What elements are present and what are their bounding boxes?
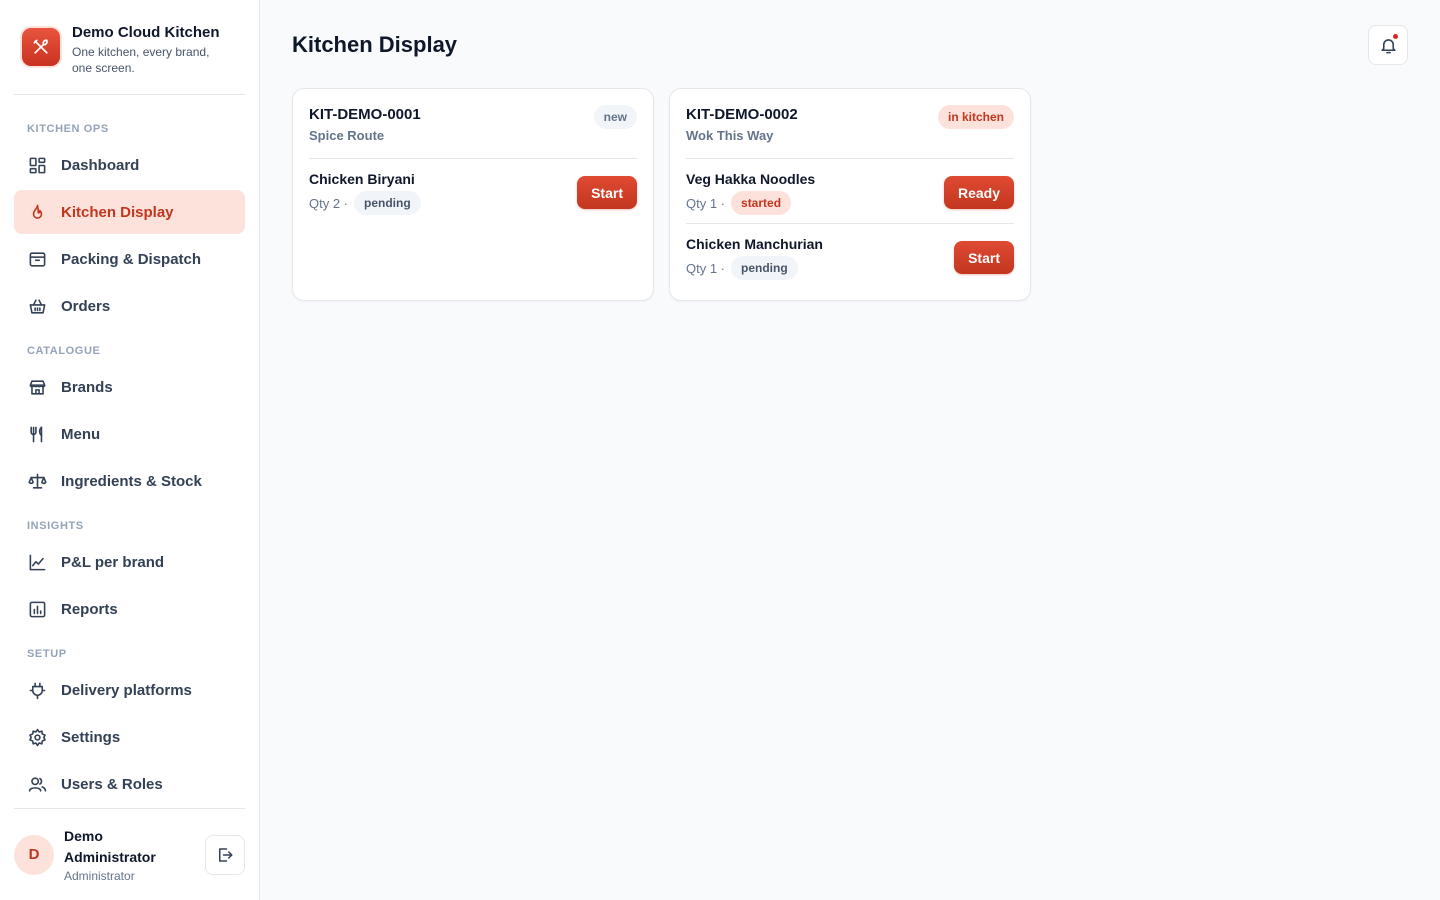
item-name: Chicken Biryani [309,171,415,187]
kitchen-tools-icon [22,28,60,66]
user-role: Administrator [64,868,135,883]
sidebar-item-settings[interactable]: Settings [14,715,245,759]
notification-dot [1391,32,1400,41]
app-root: Demo Cloud Kitchen One kitchen, every br… [0,0,1440,900]
store-icon [27,377,47,397]
app-name: Demo Cloud Kitchen [72,24,220,41]
nav-section-kitchen-ops: KITCHEN OPS Dashboard Kitchen Display Pa… [14,109,245,328]
user-name: Demo Administrator [64,827,156,865]
ready-button[interactable]: Ready [943,176,1014,209]
order-item: Veg Hakka Noodles Qty 1 · started Ready [686,159,1014,224]
users-icon [27,774,47,794]
logout-button[interactable] [205,834,245,875]
notifications-button[interactable] [1368,25,1408,65]
item-qty: Qty 1 · [686,260,726,276]
order-id: KIT-DEMO-0001 [309,106,421,123]
gear-icon [27,727,47,747]
order-id: KIT-DEMO-0002 [686,106,798,123]
sidebar-item-ingredients-stock[interactable]: Ingredients & Stock [14,459,245,503]
flame-icon [27,202,47,222]
sidebar-nav: KITCHEN OPS Dashboard Kitchen Display Pa… [14,95,245,808]
nav-section-catalogue: CATALOGUE Brands Menu Ingredients & Stoc… [14,331,245,503]
sidebar-item-label: Orders [61,297,111,315]
item-qty: Qty 2 · [309,195,349,211]
brand-header: Demo Cloud Kitchen One kitchen, every br… [14,0,245,95]
scale-icon [27,471,47,491]
archive-box-icon [27,249,47,269]
nav-section-insights: INSIGHTS P&L per brand Reports [14,506,245,631]
sidebar-item-label: Menu [61,425,101,443]
logout-icon [219,847,233,862]
page-title: Kitchen Display [292,32,458,57]
sidebar-item-label: P&L per brand [61,553,165,571]
item-name: Chicken Manchurian [686,236,823,252]
start-button[interactable]: Start [577,176,637,209]
sidebar-item-label: Brands [61,378,113,396]
order-card: KIT-DEMO-0001 Spice Route new Chicken Bi… [292,88,654,301]
sidebar-item-label: Users & Roles [61,775,163,793]
bar-chart-icon [27,599,47,619]
nav-section-setup: SETUP Delivery platforms Settings Users … [14,634,245,806]
sidebar-item-users-roles[interactable]: Users & Roles [14,762,245,806]
sidebar-item-label: Reports [61,600,118,618]
order-card: KIT-DEMO-0002 Wok This Way in kitchen Ve… [669,88,1031,301]
sidebar-item-kitchen-display[interactable]: Kitchen Display [14,190,245,234]
sidebar-item-pl-per-brand[interactable]: P&L per brand [14,540,245,584]
sidebar-item-label: Dashboard [61,156,140,174]
utensils-icon [27,424,47,444]
item-name: Veg Hakka Noodles [686,171,816,187]
app-tagline: One kitchen, every brand, one screen. [72,45,210,75]
item-status: pending [731,256,798,280]
sidebar-item-label: Packing & Dispatch [61,250,202,268]
sidebar-item-orders[interactable]: Orders [14,284,245,328]
item-status: started [731,191,792,215]
sidebar-item-packing-dispatch[interactable]: Packing & Dispatch [14,237,245,281]
order-item: Chicken Manchurian Qty 1 · pending Start [686,224,1014,288]
topbar: Kitchen Display [292,0,1408,92]
order-item: Chicken Biryani Qty 2 · pending Start [309,159,637,223]
line-chart-icon [27,552,47,572]
start-button[interactable]: Start [954,241,1014,274]
order-brand: Spice Route [309,128,385,143]
nav-section-title: CATALOGUE [27,345,101,357]
user-profile: D Demo Administrator Administrator [14,808,245,900]
nav-section-title: SETUP [27,648,67,660]
sidebar-item-label: Delivery platforms [61,681,192,699]
order-brand: Wok This Way [686,128,774,143]
sidebar-item-dashboard[interactable]: Dashboard [14,143,245,187]
sidebar-item-menu[interactable]: Menu [14,412,245,456]
basket-icon [27,296,47,316]
sidebar-item-reports[interactable]: Reports [14,587,245,631]
main-content: Kitchen Display KIT-DEMO-0001 Spice Rout… [260,0,1440,900]
sidebar-item-label: Settings [61,728,121,746]
sidebar-item-label: Ingredients & Stock [61,472,202,490]
status-badge: new [593,105,637,129]
nav-section-title: KITCHEN OPS [27,123,109,135]
plug-icon [27,680,47,700]
item-qty: Qty 1 · [686,195,726,211]
dashboard-icon [27,155,47,175]
nav-section-title: INSIGHTS [27,520,84,532]
sidebar-item-delivery-platforms[interactable]: Delivery platforms [14,668,245,712]
avatar: D [14,834,54,875]
sidebar: Demo Cloud Kitchen One kitchen, every br… [0,0,260,900]
sidebar-item-brands[interactable]: Brands [14,365,245,409]
order-cards: KIT-DEMO-0001 Spice Route new Chicken Bi… [292,88,1408,301]
item-status: pending [354,191,421,215]
sidebar-item-label: Kitchen Display [61,203,174,221]
status-badge: in kitchen [937,105,1014,129]
